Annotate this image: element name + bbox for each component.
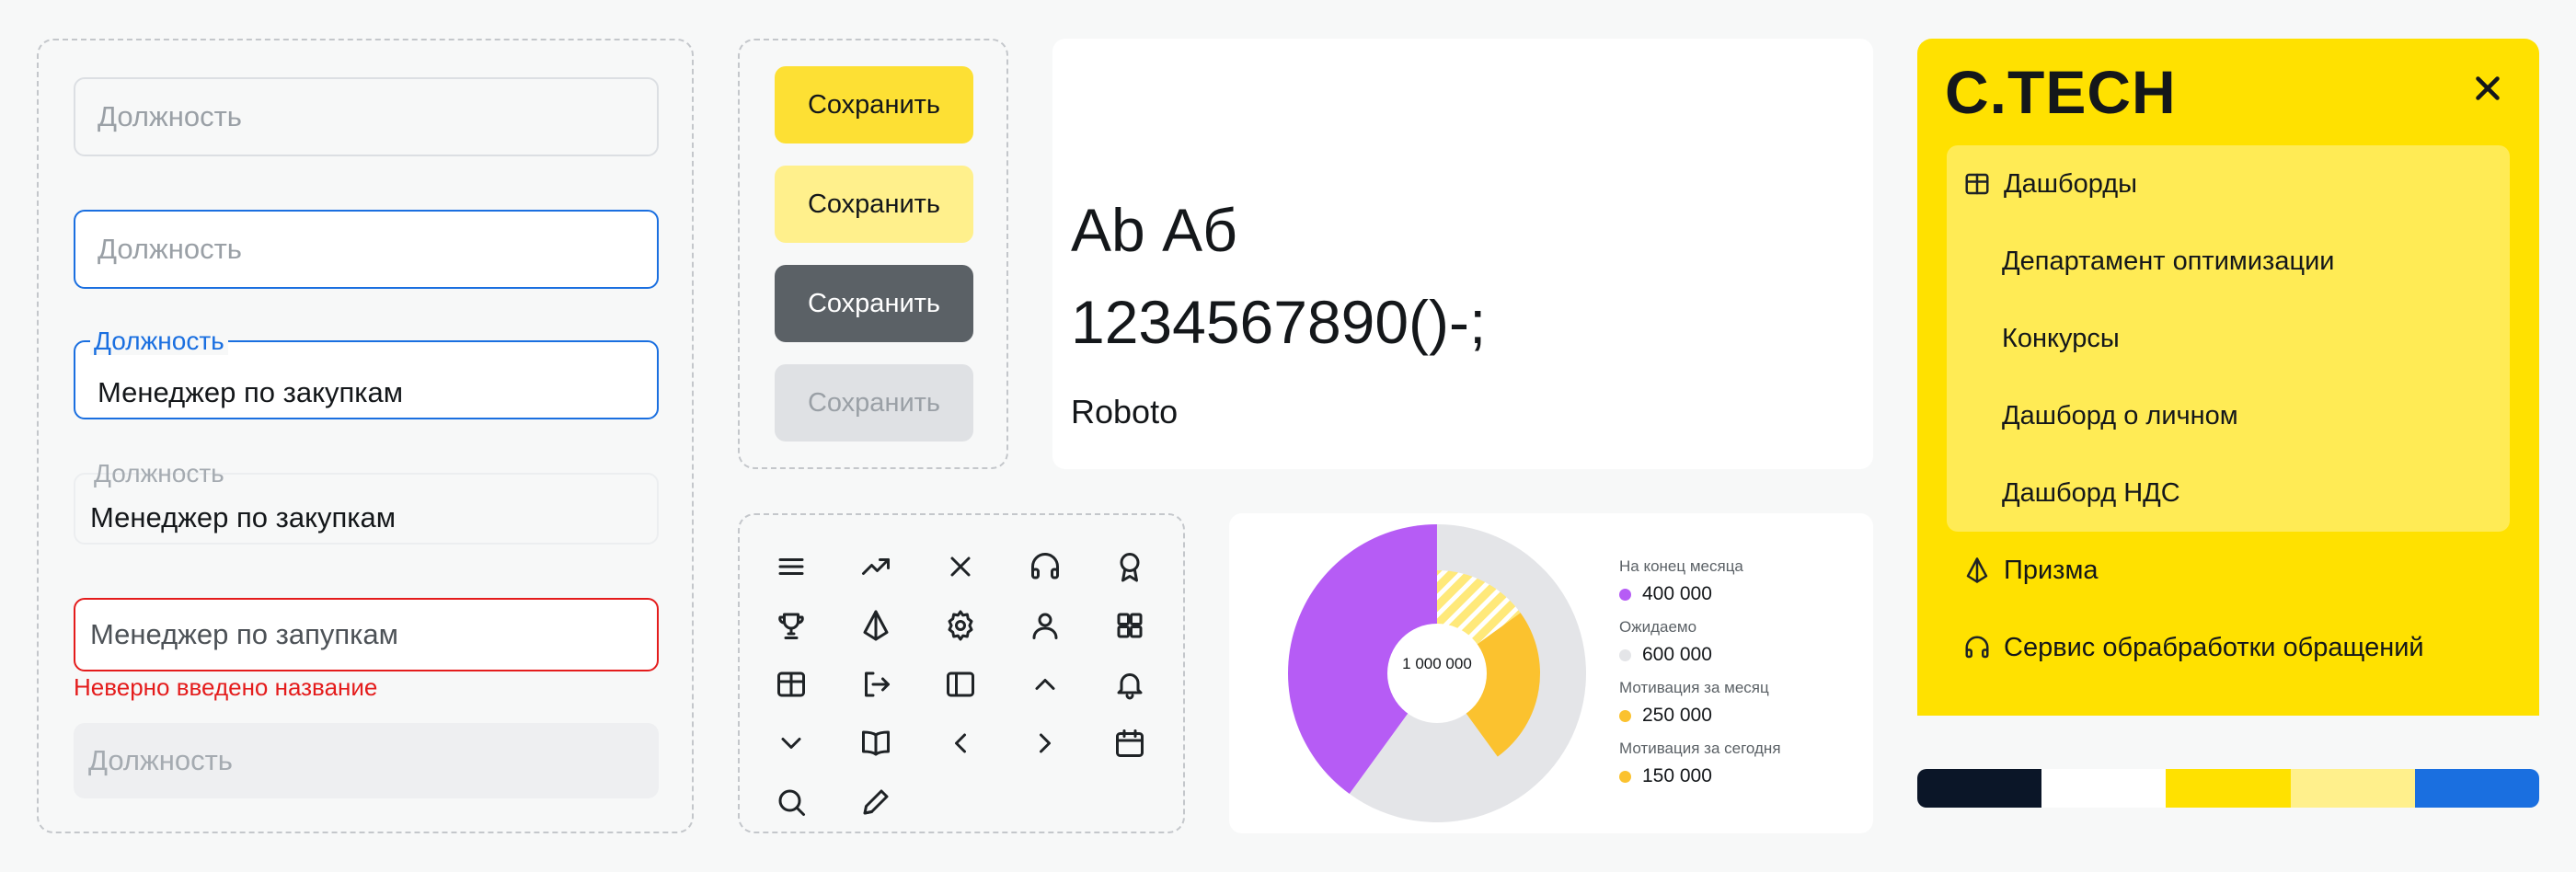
chevron-up-icon xyxy=(1021,660,1069,708)
input-floating-label: Должность xyxy=(90,327,228,355)
legend-name: Мотивация за месяц xyxy=(1619,679,1769,696)
position-input-error[interactable]: Менеджер по запупкам xyxy=(74,598,659,671)
menu-icon xyxy=(767,543,815,591)
close-icon xyxy=(2476,76,2500,100)
sidebar-menu: C.TECH Дашборды Департамент оптимизации … xyxy=(1917,39,2539,716)
sidebar-subitem-optimization[interactable]: Департамент оптимизации xyxy=(2002,241,2334,281)
trophy-icon xyxy=(767,602,815,649)
pie-chart-panel: 1 000 000 На конец месяца 400 000 Ожидае… xyxy=(1229,513,1873,833)
legend-item-motivation-month: Мотивация за месяц 250 000 xyxy=(1619,679,1769,727)
pie-center-hole xyxy=(1387,624,1487,723)
prism-icon xyxy=(852,602,900,649)
sidebar-item-support-service[interactable]: Сервис обрабработки обращений xyxy=(1963,627,2424,668)
close-icon xyxy=(937,543,984,591)
prism-icon xyxy=(1966,557,1988,583)
chevron-right-icon xyxy=(1021,719,1069,767)
legend-value: 400 000 xyxy=(1642,583,1712,604)
table-icon xyxy=(767,660,815,708)
position-input-filled[interactable]: Должность Менеджер по закупкам xyxy=(74,460,659,545)
chevron-down-icon xyxy=(767,719,815,767)
trending-up-icon xyxy=(852,543,900,591)
user-icon xyxy=(1021,602,1069,649)
position-input-default[interactable]: Должность xyxy=(74,77,659,156)
color-swatch-yellow xyxy=(2166,769,2291,808)
headphones-icon xyxy=(1965,636,1989,659)
legend-value: 600 000 xyxy=(1642,644,1712,665)
search-icon xyxy=(767,778,815,826)
pie-chart xyxy=(1288,524,1586,822)
sidebar-item-label: Сервис обрабработки обращений xyxy=(2004,632,2424,662)
color-palette xyxy=(1917,769,2539,808)
position-input-filled-focused[interactable]: Должность Менеджер по закупкам xyxy=(74,327,659,419)
legend-dot xyxy=(1619,770,1631,783)
input-placeholder: Должность xyxy=(98,100,242,132)
typography-sample-letters: Ab Аб xyxy=(1071,196,1237,264)
brand-logo: C.TECH xyxy=(1945,58,2177,126)
legend-item-expected: Ожидаемо 600 000 xyxy=(1619,618,1712,666)
typography-panel: Ab Аб 1234567890()-; Roboto xyxy=(1052,39,1873,469)
typography-font-name: Roboto xyxy=(1071,393,1179,430)
save-button-dark[interactable]: Сохранить xyxy=(775,265,973,342)
save-button-hover[interactable]: Сохранить xyxy=(775,166,973,243)
button-states-panel: Сохранить Сохранить Сохранить Сохранить xyxy=(738,39,1008,469)
calendar-icon xyxy=(1106,719,1154,767)
input-error-message: Неверно введено название xyxy=(74,673,378,701)
position-input-disabled: Должность xyxy=(74,723,659,798)
sidebar-subitem-contests[interactable]: Конкурсы xyxy=(2002,318,2120,359)
input-value: Менеджер по запупкам xyxy=(90,618,398,650)
input-value: Менеджер по закупкам xyxy=(98,376,404,408)
pie-center-label: 1 000 000 xyxy=(1402,655,1472,672)
color-swatch-white xyxy=(2041,769,2167,808)
legend-value: 250 000 xyxy=(1642,705,1712,726)
sidebar-item-label: Департамент оптимизации xyxy=(2002,246,2335,276)
legend-dot xyxy=(1619,648,1631,661)
sidebar-item-label: Призма xyxy=(2004,555,2099,585)
color-swatch-navy xyxy=(1917,769,2042,808)
sidebar-group-dashboards: Дашборды Департамент оптимизации Конкурс… xyxy=(1947,145,2510,532)
icon-set-panel xyxy=(738,513,1185,833)
input-placeholder: Должность xyxy=(98,233,242,265)
sidebar-item-label: Конкурсы xyxy=(2002,323,2120,353)
pencil-icon xyxy=(852,778,900,826)
award-icon xyxy=(1106,543,1154,591)
logout-icon xyxy=(852,660,900,708)
position-input-focused[interactable]: Должность xyxy=(74,210,659,289)
sidebar-item-label: Дашборды xyxy=(2004,168,2137,199)
gear-icon xyxy=(937,602,984,649)
legend-dot xyxy=(1619,709,1631,722)
legend-item-month-end: На конец месяца 400 000 xyxy=(1619,557,1743,605)
sidebar-subitem-vat-dashboard[interactable]: Дашборд НДС xyxy=(2002,473,2180,513)
legend-dot xyxy=(1619,588,1631,601)
input-states-panel: Должность Должность Должность Менеджер п… xyxy=(37,39,694,833)
sidebar-item-label: Дашборд о личном xyxy=(2002,400,2238,430)
legend-value: 150 000 xyxy=(1642,765,1712,786)
legend-name: На конец месяца xyxy=(1619,557,1743,575)
typography-sample-digits: 1234567890()-; xyxy=(1071,288,1487,356)
chevron-left-icon xyxy=(937,719,984,767)
sidebar-item-prism[interactable]: Призма xyxy=(1963,550,2099,591)
grid-icon xyxy=(1106,602,1154,649)
input-value: Менеджер по закупкам xyxy=(90,501,397,534)
sidebar-item-label: Дашборд НДС xyxy=(2002,477,2180,508)
sidebar-item-dashboards[interactable]: Дашборды xyxy=(1963,164,2137,204)
color-swatch-light-yellow xyxy=(2290,769,2415,808)
save-button-primary[interactable]: Сохранить xyxy=(775,66,973,143)
sidebar-icon xyxy=(937,660,984,708)
sidebar-subitem-personal-dashboard[interactable]: Дашборд о личном xyxy=(2002,396,2238,436)
book-icon xyxy=(852,719,900,767)
legend-name: Ожидаемо xyxy=(1619,618,1697,636)
table-icon xyxy=(1965,173,1989,195)
bell-icon xyxy=(1106,660,1154,708)
close-sidebar-button[interactable] xyxy=(2466,66,2510,110)
legend-name: Мотивация за сегодня xyxy=(1619,740,1781,757)
legend-item-motivation-today: Мотивация за сегодня 150 000 xyxy=(1619,740,1781,787)
save-button-disabled: Сохранить xyxy=(775,364,973,442)
input-placeholder: Должность xyxy=(88,744,233,776)
headphones-icon xyxy=(1021,543,1069,591)
color-swatch-blue xyxy=(2414,769,2539,808)
